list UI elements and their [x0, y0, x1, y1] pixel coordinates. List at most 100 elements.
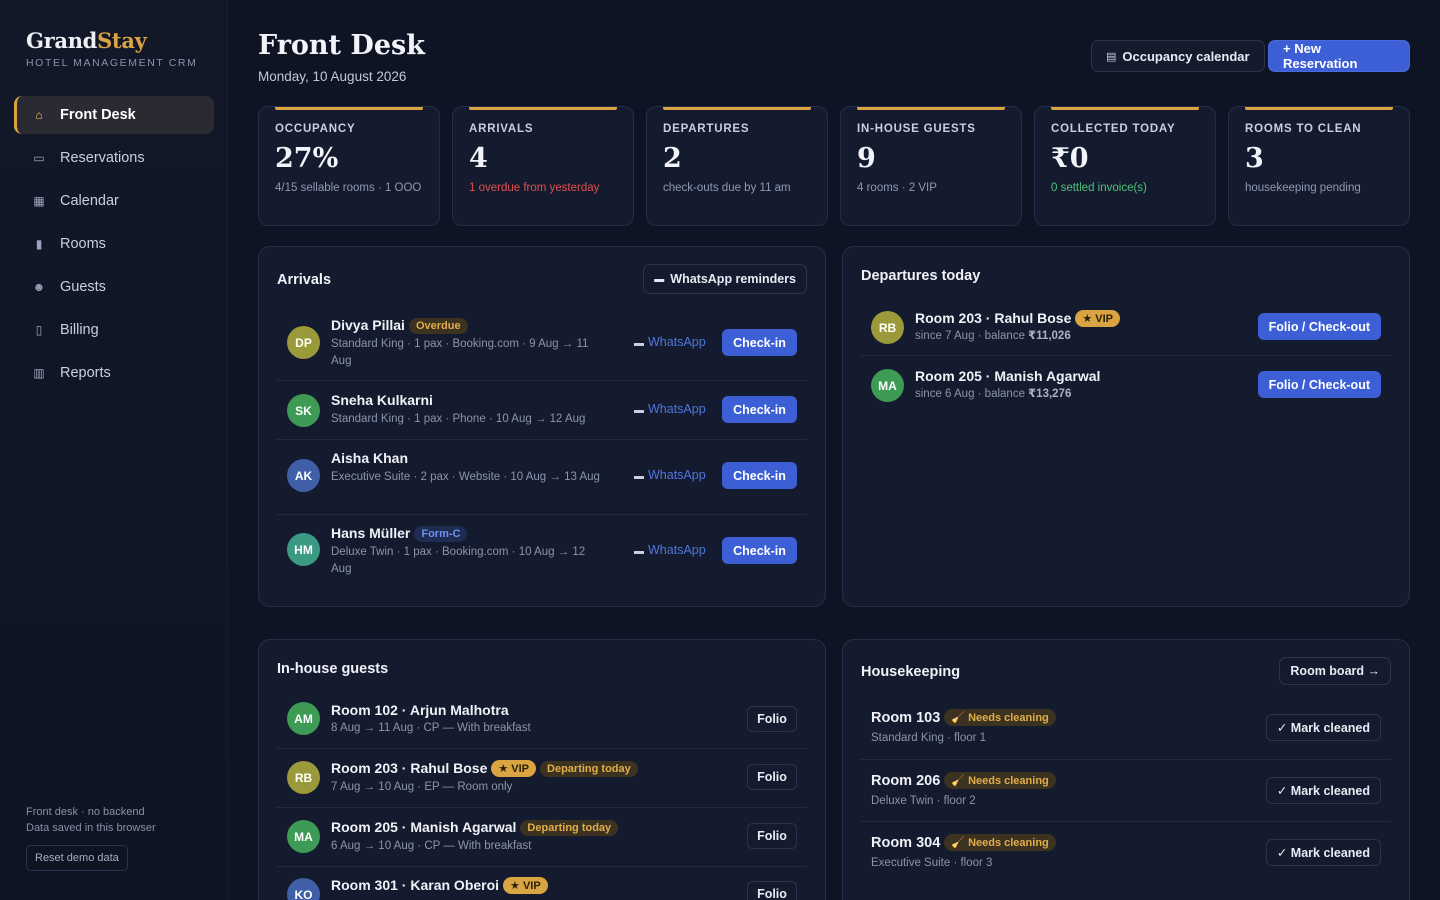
mark-cleaned-button[interactable]: ✓ Mark cleaned [1265, 839, 1381, 866]
kpi-sub: check-outs due by 11 am [663, 182, 791, 194]
calendar-icon: ▦ [33, 194, 45, 208]
kpi-arrivals: ARRIVALS 4 1 overdue from yesterday [452, 106, 634, 226]
kpi-label: DEPARTURES [663, 123, 750, 135]
kpi-collected-today: COLLECTED TODAY ₹0 0 settled invoice(s) [1034, 106, 1216, 226]
sidebar-item-label: Guests [60, 279, 106, 295]
balance-amount: ₹11,026 [1028, 330, 1071, 342]
departure-row: RB Room 203 · Rahul Bose ★ VIP since 7 Au… [861, 299, 1391, 356]
room-number: Room 304 🧹 Needs cleaning [871, 834, 1056, 851]
sidebar-item-rooms[interactable]: ▮ Rooms [14, 225, 214, 263]
whatsapp-link[interactable]: ▬ WhatsApp [634, 543, 706, 557]
new-reservation-button[interactable]: + New Reservation [1268, 40, 1410, 72]
check-in-button[interactable]: Check-in [722, 462, 797, 489]
housekeeping-title: Housekeeping [861, 664, 961, 680]
chat-icon: ▬ [634, 338, 644, 349]
sidebar-item-calendar[interactable]: ▦ Calendar [14, 182, 214, 220]
guest-name: Room 203 · Rahul Bose ★ VIP Departing toda… [331, 760, 638, 777]
arrival-row: AK Aisha Khan Executive Suite · 2 pax · … [277, 440, 807, 515]
folio-checkout-button[interactable]: Folio / Check-out [1257, 313, 1381, 340]
overdue-badge: Overdue [408, 318, 468, 334]
vip-badge: ★ VIP [1075, 310, 1121, 327]
occupancy-calendar-button[interactable]: ▤ Occupancy calendar [1091, 40, 1265, 72]
kpi-label: COLLECTED TODAY [1051, 123, 1176, 135]
sidebar-item-billing[interactable]: ▯ Billing [14, 311, 214, 349]
room-number: Room 103 🧹 Needs cleaning [871, 709, 1056, 726]
folio-button[interactable]: Folio [747, 823, 797, 849]
kpi-value: 9 [857, 143, 876, 174]
reset-demo-button[interactable]: Reset demo data [26, 845, 128, 871]
kpi-value: 27% [275, 143, 339, 174]
sidebar-item-reports[interactable]: ▥ Reports [14, 354, 214, 392]
stay-meta: 7 Aug → 10 Aug · EP — Room only [331, 781, 513, 793]
in-house-row: RB Room 203 · Rahul Bose ★ VIP Departing t… [277, 749, 807, 808]
sidebar-item-reservations[interactable]: ▭ Reservations [14, 139, 214, 177]
whatsapp-reminders-button[interactable]: ▬ WhatsApp reminders [643, 264, 807, 294]
folio-button[interactable]: Folio [747, 764, 797, 790]
in-house-row: AM Room 102 · Arjun Malhotra 8 Aug → 11 … [277, 690, 807, 749]
housekeeping-panel: Housekeeping Room board → Room 103 🧹 Need… [842, 639, 1410, 900]
whatsapp-link[interactable]: ▬ WhatsApp [634, 468, 706, 482]
brand: GrandStay HOTEL MANAGEMENT CRM [26, 28, 197, 69]
room-meta: Standard King · floor 1 [871, 732, 987, 744]
arrival-row: SK Sneha Kulkarni Standard King · 1 pax … [277, 381, 807, 440]
avatar: AM [287, 702, 320, 735]
kpi-sub: 0 settled invoice(s) [1051, 182, 1147, 194]
guest-name: Divya Pillai Overdue [331, 317, 468, 334]
chat-icon: ▬ [634, 471, 644, 482]
folio-button[interactable]: Folio [747, 706, 797, 732]
kpi-sub: housekeeping pending [1245, 182, 1361, 194]
kpi-value: ₹0 [1051, 143, 1089, 174]
check-in-button[interactable]: Check-in [722, 396, 797, 423]
guest-name: Sneha Kulkarni [331, 392, 433, 408]
sidebar-item-label: Reports [60, 365, 111, 381]
whatsapp-link[interactable]: ▬ WhatsApp [634, 402, 706, 416]
kpi-label: ROOMS TO CLEAN [1245, 123, 1362, 135]
mark-cleaned-button[interactable]: ✓ Mark cleaned [1265, 777, 1381, 804]
footer-line-1: Front desk · no backend [26, 806, 145, 818]
people-icon: ☻ [32, 280, 46, 294]
chat-icon: ▬ [634, 546, 644, 557]
brand-logo[interactable]: GrandStay [26, 28, 197, 53]
folio-button[interactable]: Folio [747, 881, 797, 900]
folio-checkout-button[interactable]: Folio / Check-out [1257, 371, 1381, 398]
departing-badge: Departing today [540, 761, 638, 777]
in-house-title: In-house guests [277, 661, 389, 677]
avatar: MA [287, 820, 320, 853]
kpi-accent-bar [663, 107, 811, 110]
kpi-accent-bar [1245, 107, 1393, 110]
needs-cleaning-badge: 🧹 Needs cleaning [944, 834, 1056, 851]
check-in-button[interactable]: Check-in [722, 537, 797, 564]
kpi-sub: 4 rooms · 2 VIP [857, 182, 937, 194]
vip-badge: ★ VIP [491, 760, 537, 777]
kpi-departures: DEPARTURES 2 check-outs due by 11 am [646, 106, 828, 226]
departure-row: MA Room 205 · Manish Agarwal since 6 Aug… [861, 356, 1391, 414]
kpi-rooms-to-clean: ROOMS TO CLEAN 3 housekeeping pending [1228, 106, 1410, 226]
whatsapp-link[interactable]: ▬ WhatsApp [634, 335, 706, 349]
avatar: HM [287, 533, 320, 566]
kpi-label: OCCUPANCY [275, 123, 356, 135]
room-meta: Deluxe Twin · floor 2 [871, 795, 976, 807]
arrival-row: DP Divya Pillai Overdue Standard King · 1… [277, 309, 807, 381]
book-icon: ▭ [33, 151, 45, 165]
mark-cleaned-button[interactable]: ✓ Mark cleaned [1265, 714, 1381, 741]
housekeeping-row: Room 206 🧹 Needs cleaning Deluxe Twin · f… [861, 760, 1391, 822]
departure-meta: since 6 Aug · balance ₹13,276 [915, 388, 1072, 400]
room-board-button[interactable]: Room board → [1279, 657, 1391, 685]
housekeeping-row: Room 304 🧹 Needs cleaning Executive Suite… [861, 822, 1391, 884]
sidebar-item-front-desk[interactable]: ⌂ Front Desk [14, 96, 214, 134]
kpi-accent-bar [857, 107, 1005, 110]
housekeeping-row: Room 103 🧹 Needs cleaning Standard King ·… [861, 698, 1391, 760]
brand-subtitle: HOTEL MANAGEMENT CRM [26, 57, 198, 69]
avatar: DP [287, 326, 320, 359]
arrival-meta: Standard King · 1 pax · Phone · 10 Aug →… [331, 413, 586, 425]
departures-panel: Departures today RB Room 203 · Rahul Bos… [842, 246, 1410, 607]
avatar: KO [287, 878, 320, 900]
sidebar-item-guests[interactable]: ☻ Guests [14, 268, 214, 306]
check-in-button[interactable]: Check-in [722, 329, 797, 356]
arrival-meta: Standard King · 1 pax · Booking.com · 9 … [331, 338, 589, 367]
room-meta: Executive Suite · floor 3 [871, 857, 993, 869]
guest-name: Room 301 · Karan Oberoi ★ VIP [331, 877, 548, 894]
footer-line-2: Data saved in this browser [26, 822, 156, 834]
kpi-occupancy: OCCUPANCY 27% 4/15 sellable rooms · 1 OO… [258, 106, 440, 226]
guest-name: Room 203 · Rahul Bose ★ VIP [915, 310, 1121, 327]
